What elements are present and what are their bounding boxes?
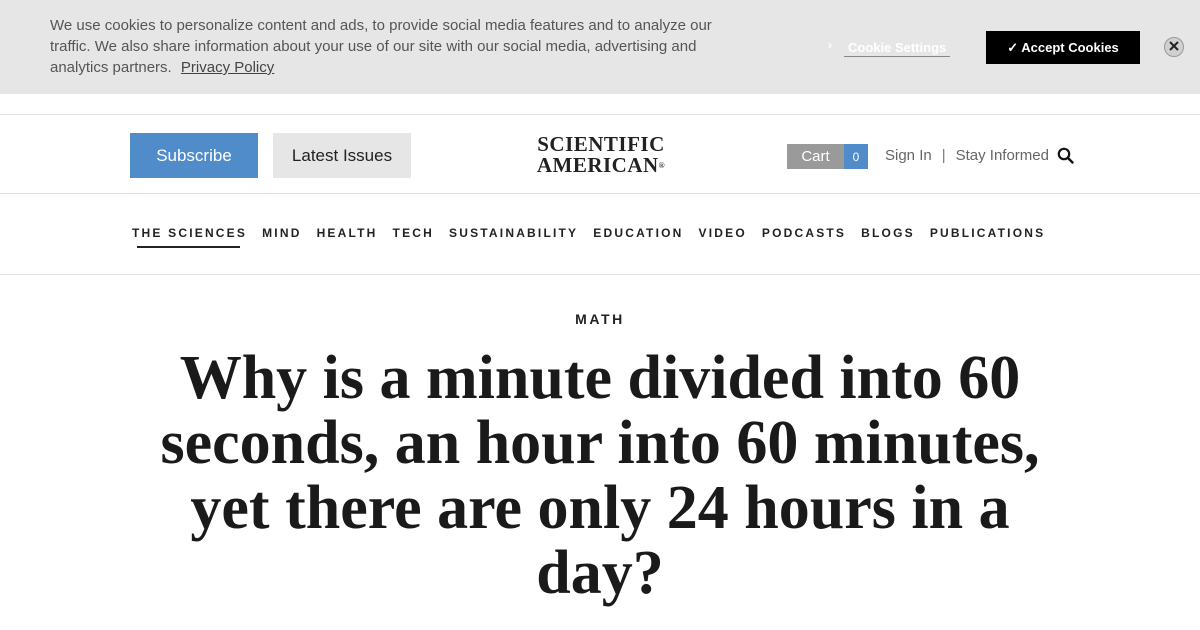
logo-line-1: SCIENTIFIC: [537, 132, 665, 156]
nav-item-mind[interactable]: MIND: [262, 226, 301, 246]
nav-item-blogs[interactable]: BLOGS: [861, 226, 915, 246]
article-headline: Why is a minute divided into 60 seconds,…: [160, 344, 1040, 607]
cart-button[interactable]: Cart 0: [787, 144, 868, 169]
nav-item-publications[interactable]: PUBLICATIONS: [930, 226, 1046, 246]
sign-in-link[interactable]: Sign In: [885, 147, 932, 164]
site-logo[interactable]: SCIENTIFIC AMERICAN®: [520, 134, 682, 178]
nav-item-education[interactable]: EDUCATION: [593, 226, 683, 246]
logo-line-2-text: AMERICAN: [536, 153, 659, 177]
nav-item-sustainability[interactable]: SUSTAINABILITY: [449, 226, 578, 246]
link-separator: |: [941, 146, 946, 164]
cookie-message: We use cookies to personalize content an…: [50, 15, 750, 78]
stay-informed-link[interactable]: Stay Informed: [956, 147, 1049, 164]
subscribe-button[interactable]: Subscribe: [130, 133, 258, 178]
main-nav: THE SCIENCES MIND HEALTH TECH SUSTAINABI…: [132, 226, 1046, 248]
accept-cookies-button[interactable]: ✓ Accept Cookies: [986, 31, 1140, 64]
nav-divider: [0, 274, 1200, 275]
nav-item-video[interactable]: VIDEO: [699, 226, 747, 246]
cart-count-badge: 0: [844, 144, 868, 169]
chevron-right-icon: ›: [828, 38, 832, 52]
cookie-message-text: We use cookies to personalize content an…: [50, 17, 712, 76]
logo-line-2: AMERICAN®: [520, 155, 682, 176]
close-banner-button[interactable]: [1164, 37, 1184, 57]
search-icon[interactable]: [1057, 147, 1074, 164]
article-category[interactable]: MATH: [0, 311, 1200, 327]
nav-item-tech[interactable]: TECH: [393, 226, 434, 246]
cookie-settings-button[interactable]: Cookie Settings: [844, 40, 951, 57]
cookie-banner: We use cookies to personalize content an…: [0, 0, 1200, 94]
header-divider-bottom: [0, 193, 1200, 194]
latest-issues-button[interactable]: Latest Issues: [273, 133, 411, 178]
header-divider-top: [0, 114, 1200, 115]
nav-item-health[interactable]: HEALTH: [317, 226, 378, 246]
account-links: Sign In | Stay Informed: [885, 145, 1074, 165]
nav-item-the-sciences[interactable]: THE SCIENCES: [132, 226, 247, 248]
privacy-policy-link[interactable]: Privacy Policy: [181, 59, 274, 76]
nav-item-podcasts[interactable]: PODCASTS: [762, 226, 846, 246]
registered-mark: ®: [658, 161, 666, 170]
close-icon: [1169, 38, 1179, 56]
cart-label: Cart: [787, 144, 844, 169]
